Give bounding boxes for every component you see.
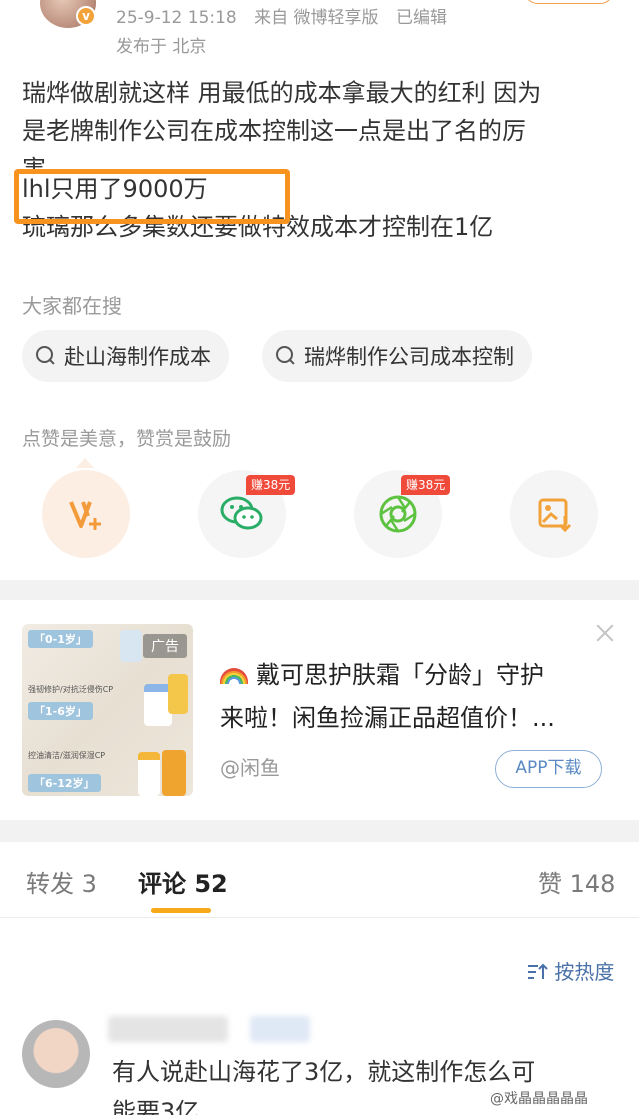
save-image-button[interactable]: [510, 470, 598, 558]
reward-caption: 点赞是美意，赞赏是鼓励: [22, 428, 232, 450]
post-header: v 25-9-12 15:18 来自 微博轻享版 已编辑 发布于 北京: [0, 0, 639, 60]
edited-label[interactable]: 已编辑: [396, 8, 447, 28]
close-icon[interactable]: [594, 622, 616, 644]
post-line: 瑞烨做剧就这样 用最低的成本拿最大的红利 因为: [22, 79, 542, 107]
earn-badge: 赚38元: [401, 475, 451, 495]
ad-tag: 广告: [143, 634, 187, 658]
trending-search-label: 大家都在搜: [22, 294, 122, 318]
ad-image-line: 强韧修护/对抗泛侵伤CP: [28, 685, 114, 694]
app-download-button[interactable]: APP下载: [495, 750, 602, 788]
product-bottle: [162, 750, 186, 796]
post-location: 发布于 北京: [116, 37, 207, 57]
ad-title-line: 戴可思护肤霜「分龄」守护: [256, 661, 544, 689]
ad-title[interactable]: 戴可思护肤霜「分龄」守护 来啦！闲鱼捡漏正品超值价！...: [220, 654, 610, 740]
orange-highlight-box: [14, 169, 290, 224]
ad-title-line: 来啦！闲鱼捡漏正品超值价！...: [220, 704, 555, 732]
like-button[interactable]: [42, 470, 130, 558]
post-timestamp: 25-9-12 15:18: [116, 8, 237, 28]
tab-comments[interactable]: 评论 52: [138, 864, 228, 899]
search-icon: [36, 346, 56, 366]
moments-icon: [379, 495, 417, 533]
post-meta: 25-9-12 15:18 来自 微博轻享版 已编辑: [116, 3, 459, 28]
search-chip[interactable]: 瑞烨制作公司成本控制: [262, 330, 532, 382]
sort-icon: [528, 963, 548, 979]
tab-repost[interactable]: 转发 3: [26, 864, 97, 899]
product-bottle: [138, 752, 160, 796]
ad-image-chip: 「6-12岁」: [28, 774, 101, 792]
search-icon: [276, 346, 296, 366]
sort-label: 按热度: [554, 960, 615, 984]
comment-line: 有人说赴山海花了3亿，就这制作怎么可: [112, 1058, 536, 1086]
verified-icon: v: [76, 6, 96, 26]
blurred-username: [250, 1016, 310, 1042]
commenter-avatar[interactable]: [22, 1020, 90, 1088]
ad-image[interactable]: 「0-1岁」 强韧修护/对抗泛侵伤CP 「1-6岁」 控油清洁/滋润保湿CP 「…: [22, 624, 193, 796]
follow-button[interactable]: [524, 0, 614, 4]
ad-image-chip: 「1-6岁」: [28, 702, 93, 720]
wechat-icon: [220, 496, 263, 530]
product-bottle: [168, 674, 188, 714]
save-image-icon: [538, 498, 572, 533]
like-v-plus-icon: [69, 501, 101, 530]
section-divider: [0, 580, 639, 600]
search-chip-label: 瑞烨制作公司成本控制: [304, 345, 514, 369]
post-source[interactable]: 来自 微博轻享版: [254, 8, 378, 28]
post-line: 是老牌制作公司在成本控制这一点是出了名的厉: [22, 117, 526, 145]
search-chip-label: 赴山海制作成本: [64, 345, 211, 369]
ad-source[interactable]: @闲鱼: [220, 752, 280, 781]
blurred-username: [108, 1016, 228, 1042]
ad-image-chip: 「0-1岁」: [28, 630, 93, 648]
active-tab-indicator: [151, 908, 211, 913]
weibo-watermark: @戏晶晶晶晶晶: [486, 1087, 592, 1109]
search-chip[interactable]: 赴山海制作成本: [22, 330, 229, 382]
rainbow-icon: [220, 668, 248, 684]
interaction-tabs: 转发 3 评论 52 赞 148: [0, 842, 639, 918]
ad-image-line: 控油清洁/滋润保湿CP: [28, 751, 106, 760]
sort-by-hot-button[interactable]: 按热度: [526, 956, 614, 985]
post-line: 害: [22, 155, 46, 170]
tab-likes[interactable]: 赞 148: [538, 864, 615, 899]
earn-badge: 赚38元: [246, 475, 296, 495]
product-bottle: [120, 630, 142, 662]
caption-pointer: [76, 458, 94, 468]
section-divider: [0, 820, 639, 842]
